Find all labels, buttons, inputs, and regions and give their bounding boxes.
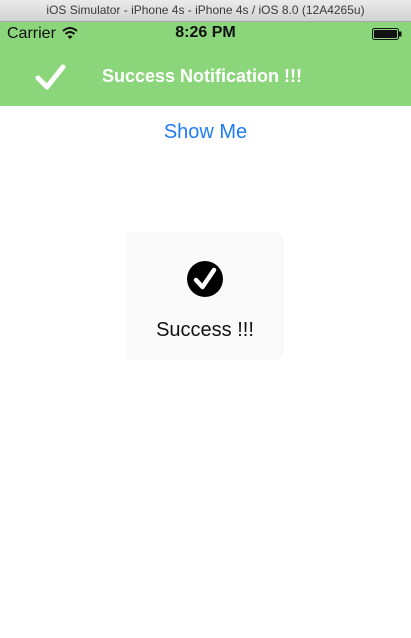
battery-icon	[372, 28, 402, 40]
device-screen: Carrier 8:26 PM Success Notification !!!…	[0, 22, 411, 638]
success-hud: Success !!!	[126, 232, 284, 360]
status-bar: Carrier 8:26 PM	[0, 22, 411, 46]
checkmark-icon	[35, 64, 66, 90]
hud-label: Success !!!	[156, 319, 254, 341]
show-me-button[interactable]: Show Me	[0, 121, 411, 144]
window-title: iOS Simulator - iPhone 4s - iPhone 4s / …	[0, 0, 411, 22]
notification-title: Success Notification !!!	[102, 66, 303, 86]
check-circle-icon	[187, 261, 223, 297]
simulator-window: iOS Simulator - iPhone 4s - iPhone 4s / …	[0, 0, 411, 638]
success-notification-banner[interactable]: Carrier 8:26 PM Success Notification !!!	[0, 22, 411, 106]
status-time: 8:26 PM	[175, 24, 236, 41]
